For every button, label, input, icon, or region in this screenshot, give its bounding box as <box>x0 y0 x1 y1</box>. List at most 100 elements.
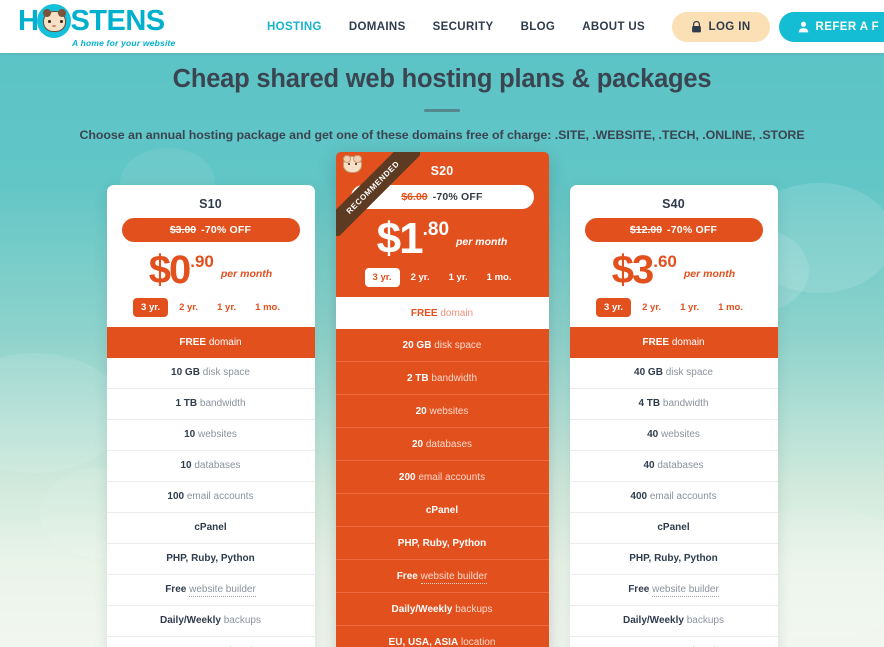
price-row: $0.90 per month <box>122 247 300 292</box>
feature-item: EU, USA, ASIA location <box>570 637 778 647</box>
feature-item: Free website builder <box>106 575 315 606</box>
plan-name: S20 <box>430 163 454 178</box>
term-option-1[interactable]: 2 yr. <box>171 298 206 317</box>
price-main: $0 <box>148 247 191 292</box>
term-option-2[interactable]: 1 yr. <box>209 298 244 317</box>
discount-badge: $12.00 -70% OFF <box>584 217 763 242</box>
nav-item-blog[interactable]: BLOG <box>521 21 556 33</box>
refer-a-friend-button[interactable]: REFER A F <box>778 11 884 42</box>
feature-item: 20 GB disk space <box>335 329 549 363</box>
hamster-badge-icon <box>342 154 362 173</box>
feature-item: cPanel <box>106 513 315 544</box>
page-subtitle: Choose an annual hosting package and get… <box>79 127 805 142</box>
discount-percent: -70% OFF <box>667 223 718 236</box>
login-button-label: LOG IN <box>708 20 751 33</box>
feature-item: PHP, Ruby, Python <box>335 527 549 561</box>
discount-percent: -70% OFF <box>432 190 483 203</box>
price-main: $1 <box>376 213 424 263</box>
title-divider <box>424 109 460 112</box>
discount-percent: -70% OFF <box>201 223 252 236</box>
term-option-1[interactable]: 2 yr. <box>403 268 438 287</box>
feature-item: PHP, Ruby, Python <box>106 544 315 575</box>
old-price: $3.00 <box>169 223 197 236</box>
feature-item: 10 GB disk space <box>106 358 315 389</box>
main-nav: HOSTING DOMAINS SECURITY BLOG ABOUT US <box>267 21 645 33</box>
feature-item: Daily/Weekly backups <box>335 593 549 627</box>
price-period: per month <box>456 236 508 249</box>
login-button[interactable]: LOG IN <box>671 11 770 42</box>
logo-text-left: H <box>18 4 39 37</box>
nav-item-domains[interactable]: DOMAINS <box>349 21 406 33</box>
feature-free-domain: FREE domain <box>335 297 549 330</box>
term-option-2[interactable]: 1 yr. <box>672 298 707 317</box>
hamster-mascot-icon <box>37 4 72 38</box>
feature-list: FREE domain 20 GB disk space 2 TB bandwidt… <box>335 297 549 647</box>
feature-item: Free website builder <box>335 560 549 594</box>
term-option-3[interactable]: 1 mo. <box>247 298 288 317</box>
site-header: H STENS A home for your website HOSTING … <box>0 0 884 53</box>
plan-name: S40 <box>662 196 685 211</box>
nav-item-security[interactable]: SECURITY <box>433 21 494 33</box>
pricing-card-s40: S40 $12.00 -70% OFF $3.60 per month 3 yr. 2 yr… <box>569 184 778 647</box>
feature-list: FREE domain 40 GB disk space 4 TB bandwidt… <box>569 326 778 647</box>
term-option-0[interactable]: 3 yr. <box>364 268 400 288</box>
feature-item: 40 websites <box>569 420 778 451</box>
plan-header: S40 $12.00 -70% OFF $3.60 per month 3 yr. 2 yr… <box>570 185 778 327</box>
feature-item: PHP, Ruby, Python <box>569 544 778 575</box>
pricing-card-s20: RECOMMENDED S20 $6.00 -70% OFF $1.80 per mont… <box>335 151 549 647</box>
plan-header: S10 $3.00 -70% OFF $0.90 per month 3 yr. 2 yr.… <box>107 185 315 327</box>
site-logo[interactable]: H STENS A home for your website <box>18 4 193 48</box>
feature-item: 10 websites <box>106 420 315 451</box>
feature-item: 20 websites <box>335 395 549 429</box>
feature-item: cPanel <box>335 494 549 528</box>
plan-name: S10 <box>199 196 222 211</box>
page-root: H STENS A home for your website HOSTING … <box>0 0 884 647</box>
feature-item: 200 email accounts <box>335 461 549 495</box>
feature-item: EU, USA, ASIA location <box>336 626 549 647</box>
old-price: $6.00 <box>401 190 428 203</box>
feature-item: 2 TB bandwidth <box>335 362 549 396</box>
price-row: $3.60 per month <box>585 250 763 290</box>
price-period: per month <box>683 267 736 280</box>
pricing-plans: S10 $3.00 -70% OFF $0.90 per month 3 yr. 2 yr.… <box>0 151 884 647</box>
refer-button-label: REFER A F <box>815 20 879 33</box>
price-period: per month <box>220 267 273 280</box>
price-cents: .60 <box>653 251 677 271</box>
term-selector: 3 yr. 2 yr. 1 yr. 1 mo. <box>122 297 300 317</box>
feature-free-domain: FREE domain <box>106 326 315 358</box>
term-option-2[interactable]: 1 yr. <box>441 268 476 287</box>
logo-tagline: A home for your website <box>72 38 176 48</box>
nav-item-about-us[interactable]: ABOUT US <box>582 21 645 33</box>
lock-icon <box>691 20 701 32</box>
price-cents: .90 <box>190 251 214 271</box>
term-option-0[interactable]: 3 yr. <box>596 297 632 317</box>
feature-item: 40 databases <box>569 451 778 482</box>
nav-item-hosting[interactable]: HOSTING <box>267 21 322 33</box>
term-option-3[interactable]: 1 mo. <box>710 298 751 317</box>
plan-header: S20 $6.00 -70% OFF $1.80 per month 3 yr. 2 yr.… <box>336 152 549 298</box>
feature-item: 100 email accounts <box>106 482 315 513</box>
feature-item: 20 databases <box>335 428 549 462</box>
page-title: Cheap shared web hosting plans & package… <box>172 65 712 93</box>
term-selector: 3 yr. 2 yr. 1 yr. 1 mo. <box>585 297 763 317</box>
header-actions: LOG IN REFER A F <box>671 11 884 42</box>
price-cents: .80 <box>422 218 450 240</box>
term-selector: 3 yr. 2 yr. 1 yr. 1 mo. <box>351 268 534 288</box>
term-option-3[interactable]: 1 mo. <box>479 268 520 287</box>
feature-item: cPanel <box>569 513 778 544</box>
logo-row: H STENS <box>18 4 193 38</box>
feature-item: Daily/Weekly backups <box>106 606 315 637</box>
pricing-card-s10: S10 $3.00 -70% OFF $0.90 per month 3 yr. 2 yr.… <box>106 184 315 647</box>
feature-item: Free website builder <box>569 575 778 606</box>
feature-free-domain: FREE domain <box>569 326 778 358</box>
feature-item: 400 email accounts <box>569 482 778 513</box>
feature-list: FREE domain 10 GB disk space 1 TB bandwidt… <box>106 326 315 647</box>
price-row: $1.80 per month <box>351 213 534 263</box>
discount-badge: $3.00 -70% OFF <box>121 217 300 242</box>
person-icon <box>798 21 808 32</box>
term-option-1[interactable]: 2 yr. <box>634 298 669 317</box>
feature-item: 4 TB bandwidth <box>569 389 778 420</box>
feature-item: EU, USA, ASIA location <box>107 637 315 647</box>
feature-item: Daily/Weekly backups <box>569 606 778 637</box>
term-option-0[interactable]: 3 yr. <box>133 297 169 317</box>
